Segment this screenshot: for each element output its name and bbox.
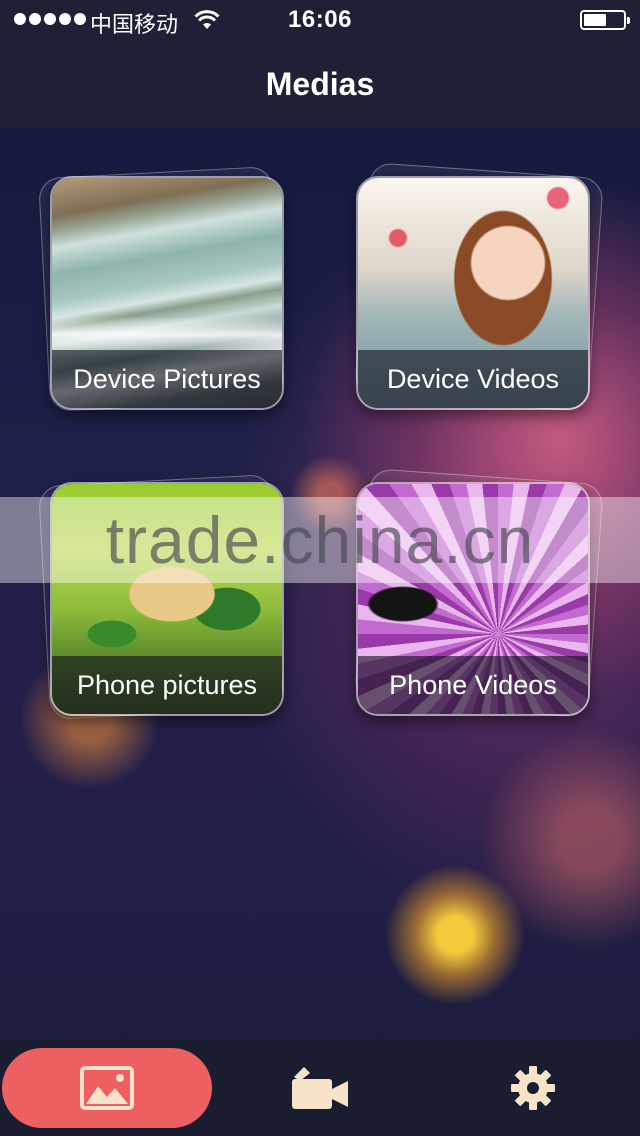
status-time: 16:06 — [288, 6, 352, 33]
tile-label: Phone pictures — [52, 656, 282, 714]
navigation-bar: Medias — [0, 40, 640, 128]
device-videos-tile[interactable]: Device Videos — [356, 176, 590, 410]
tile-label: Device Videos — [358, 350, 588, 408]
tile-label: Device Pictures — [52, 350, 282, 408]
tile-label: Phone Videos — [358, 656, 588, 714]
tab-settings[interactable] — [466, 1048, 600, 1128]
watermark: trade.china.cn — [0, 497, 640, 583]
tab-videos[interactable] — [262, 1048, 378, 1128]
gear-icon — [511, 1066, 555, 1110]
page-title: Medias — [265, 65, 375, 102]
device-pictures-tile[interactable]: Device Pictures — [50, 176, 284, 410]
battery-icon — [580, 10, 630, 30]
image-icon — [80, 1066, 134, 1110]
video-camera-icon — [292, 1067, 348, 1109]
tab-medias[interactable] — [2, 1048, 212, 1128]
status-bar: 中国移动 16:06 — [0, 0, 640, 40]
tab-bar — [0, 1040, 640, 1136]
